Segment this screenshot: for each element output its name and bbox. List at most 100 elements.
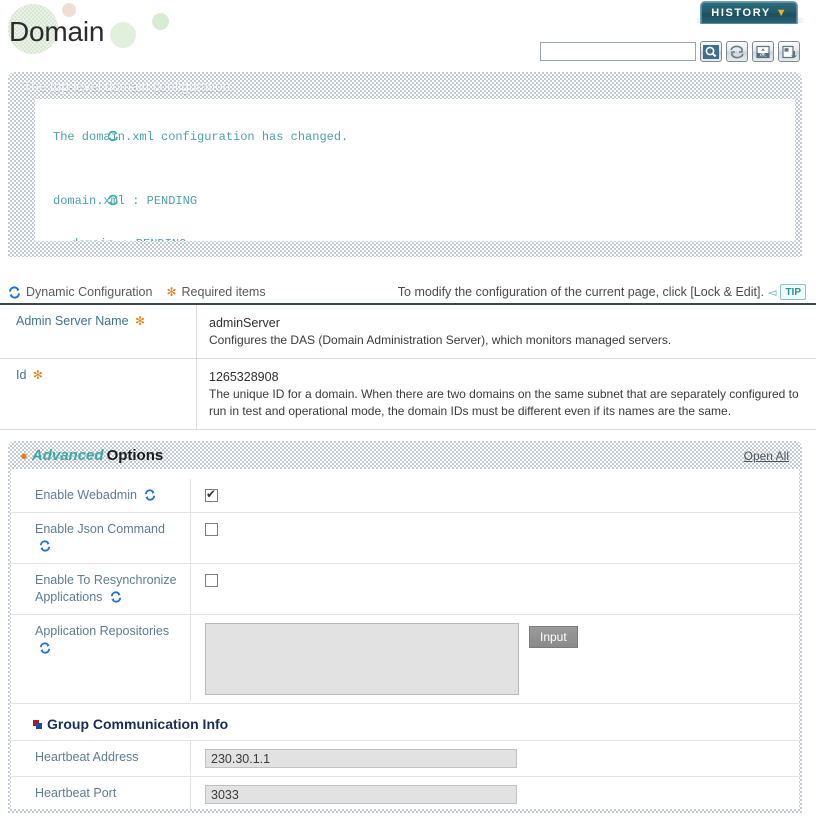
property-label: Admin Server Name ✻ bbox=[0, 305, 196, 358]
tip-area: To modify the configuration of the curre… bbox=[398, 284, 816, 300]
cycle-icon bbox=[35, 105, 118, 170]
property-value-cell: adminServer Configures the DAS (Domain A… bbox=[196, 305, 816, 358]
property-value: adminServer bbox=[209, 316, 280, 330]
option-label: Application Repositories bbox=[11, 615, 191, 701]
squares-icon bbox=[33, 719, 42, 729]
required-star-icon: ✻ bbox=[32, 368, 43, 382]
decorative-circle-green bbox=[110, 22, 136, 48]
chevron-down-icon: ▼ bbox=[775, 6, 787, 19]
tip-badge[interactable]: TIP bbox=[780, 284, 806, 300]
option-row-enable-json-command: Enable Json Command bbox=[11, 513, 799, 564]
dynamic-config-icon bbox=[144, 488, 156, 502]
dynamic-config-icon bbox=[39, 539, 51, 553]
dynamic-config-bar: Dynamic Configuration ✻ Required items T… bbox=[0, 281, 816, 303]
enable-webadmin-checkbox[interactable] bbox=[205, 487, 218, 503]
open-all-link[interactable]: Open All bbox=[744, 449, 789, 463]
header-toolbar: XML bbox=[540, 41, 800, 62]
option-row-heartbeat-port: Heartbeat Port bbox=[11, 777, 799, 809]
dynamic-config-legend: Dynamic Configuration ✻ Required items bbox=[0, 285, 266, 300]
xml-upload-icon: XML bbox=[755, 45, 771, 59]
history-button-label: HISTORY bbox=[711, 7, 771, 19]
option-control: Input bbox=[191, 615, 799, 703]
repositories-input-group: Input bbox=[205, 623, 799, 695]
advanced-options-panel: ● Advanced Options Open All Enable Webad… bbox=[8, 441, 802, 813]
console-line-text: domain.xml : PENDING bbox=[53, 194, 198, 208]
pin-icon: ● bbox=[20, 448, 28, 463]
page-header: Domain HISTORY ▼ XML bbox=[0, 0, 816, 66]
tip-message: To modify the configuration of the curre… bbox=[397, 285, 764, 299]
option-label-text: Enable Json Command bbox=[35, 522, 165, 536]
heartbeat-port-input[interactable] bbox=[205, 785, 517, 804]
option-control bbox=[191, 479, 799, 510]
option-label: Heartbeat Port bbox=[11, 777, 191, 809]
option-label: Enable Json Command bbox=[11, 513, 191, 563]
console-output: The domain.xml configuration has changed… bbox=[35, 99, 795, 241]
property-description: Configures the DAS (Domain Administratio… bbox=[209, 333, 672, 347]
property-label: Id ✻ bbox=[0, 359, 196, 429]
console-line: domain : PENDING bbox=[35, 234, 795, 241]
dynamic-config-icon bbox=[110, 590, 122, 604]
dynamic-config-icon bbox=[8, 285, 21, 300]
option-control bbox=[191, 777, 799, 809]
enable-json-command-checkbox[interactable] bbox=[205, 523, 218, 537]
search-icon bbox=[703, 44, 719, 59]
refresh-button[interactable] bbox=[726, 41, 748, 62]
required-star-icon: ✻ bbox=[166, 285, 177, 299]
option-control bbox=[191, 741, 799, 776]
group-communication-info-title: Group Communication Info bbox=[47, 716, 229, 732]
console-line: The domain.xml configuration has changed… bbox=[35, 105, 795, 170]
export-button[interactable] bbox=[778, 41, 800, 62]
dynamic-config-icon bbox=[39, 641, 51, 655]
table-row: Id ✻ 1265328908 The unique ID for a doma… bbox=[0, 359, 816, 430]
info-panel-title: The top-level domain configuration. bbox=[23, 79, 234, 94]
property-label-text: Admin Server Name bbox=[16, 314, 129, 328]
property-value-cell: 1265328908 The unique ID for a domain. W… bbox=[196, 359, 816, 429]
advanced-options-header: ● Advanced Options Open All bbox=[11, 444, 799, 469]
enable-resynchronize-checkbox[interactable] bbox=[205, 574, 218, 588]
cycle-icon bbox=[35, 170, 118, 235]
export-icon bbox=[781, 45, 797, 59]
page-root: Domain HISTORY ▼ XML The top-level domai… bbox=[0, 0, 816, 820]
advanced-options-body: Enable Webadmin ✔ Enable Json Command En… bbox=[11, 469, 799, 809]
option-label: Enable Webadmin bbox=[11, 479, 191, 512]
option-row-enable-resynchronize: Enable To Resynchronize Applications bbox=[11, 564, 799, 615]
advanced-title-italic: Advanced bbox=[31, 447, 104, 464]
option-row-application-repositories: Application Repositories Input bbox=[11, 615, 799, 704]
option-label: Enable To Resynchronize Applications bbox=[11, 564, 191, 614]
search-button[interactable] bbox=[700, 41, 722, 62]
decorative-circle-small bbox=[152, 13, 169, 30]
console-line: domain.xml : PENDING bbox=[35, 170, 795, 235]
table-row: Admin Server Name ✻ adminServer Configur… bbox=[0, 305, 816, 359]
option-control bbox=[191, 513, 799, 544]
properties-table: Admin Server Name ✻ adminServer Configur… bbox=[0, 305, 816, 430]
info-panel: The top-level domain configuration. The … bbox=[8, 72, 802, 257]
console-line-text: domain : PENDING bbox=[53, 234, 186, 241]
option-label: Heartbeat Address bbox=[11, 741, 191, 774]
heartbeat-address-input[interactable] bbox=[205, 749, 517, 768]
advanced-title-bold: Options bbox=[106, 447, 164, 464]
console-line-text: The domain.xml configuration has changed… bbox=[53, 129, 349, 144]
option-row-heartbeat-address: Heartbeat Address bbox=[11, 741, 799, 777]
decorative-circle-peach bbox=[62, 3, 76, 17]
option-control bbox=[191, 564, 799, 595]
application-repositories-textarea[interactable] bbox=[205, 623, 519, 695]
input-button[interactable]: Input bbox=[529, 626, 578, 648]
property-description: The unique ID for a domain. When there a… bbox=[209, 387, 799, 418]
svg-text:XML: XML bbox=[759, 52, 767, 57]
page-title: Domain bbox=[9, 16, 105, 47]
option-label-text: Application Repositories bbox=[35, 624, 170, 638]
option-label-text: Enable Webadmin bbox=[35, 488, 137, 502]
required-star-icon: ✻ bbox=[135, 314, 146, 328]
search-input[interactable] bbox=[540, 42, 696, 61]
required-items-label: Required items bbox=[181, 285, 266, 299]
option-row-enable-webadmin: Enable Webadmin bbox=[11, 479, 799, 513]
group-communication-info-header: Group Communication Info bbox=[11, 704, 799, 741]
option-label-text: Enable To Resynchronize Applications bbox=[35, 573, 177, 604]
property-label-text: Id bbox=[16, 368, 27, 382]
xml-upload-button[interactable]: XML bbox=[752, 41, 774, 62]
property-value: 1265328908 bbox=[209, 370, 279, 384]
tip-arrow-icon: ◅ bbox=[767, 286, 777, 299]
dynamic-config-label: Dynamic Configuration bbox=[26, 285, 153, 299]
refresh-icon bbox=[729, 45, 745, 59]
history-button[interactable]: HISTORY ▼ bbox=[700, 1, 798, 24]
